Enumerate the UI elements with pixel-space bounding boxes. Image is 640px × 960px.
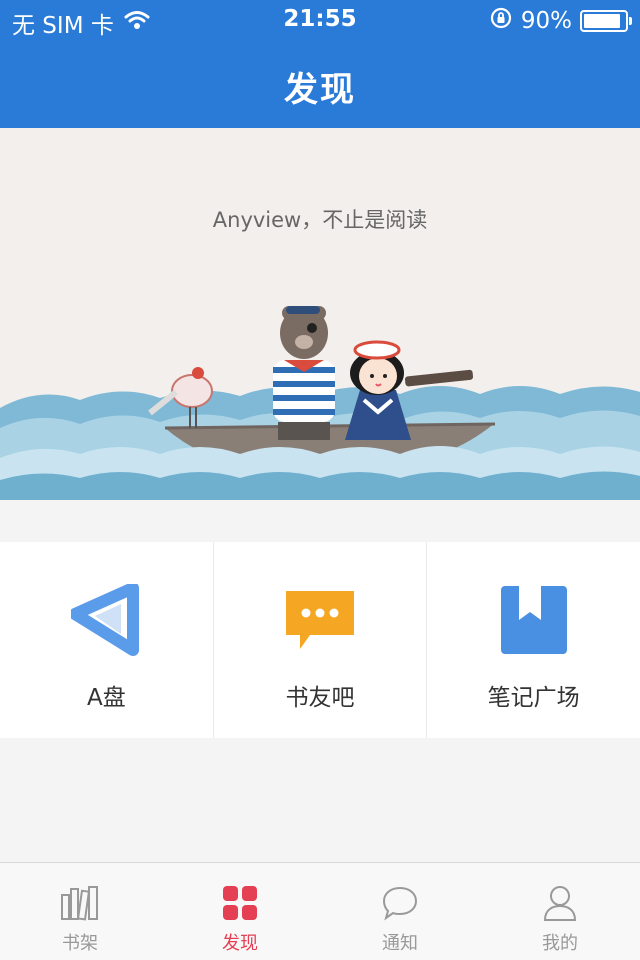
discover-banner[interactable]: Anyview，不止是阅读 (0, 128, 640, 500)
tab-label: 通知 (382, 933, 418, 954)
tab-bookshelf[interactable]: 书架 (0, 863, 160, 960)
feature-label: 书友吧 (285, 685, 355, 711)
feature-book-friends[interactable]: 书友吧 (214, 542, 428, 738)
page-title: 发现 (284, 70, 356, 110)
tab-notifications[interactable]: 通知 (320, 863, 480, 960)
user-icon (540, 883, 580, 923)
feature-notes-square[interactable]: 笔记广场 (427, 542, 640, 738)
feature-grid: A盘 书友吧 笔记广场 (0, 542, 640, 738)
feature-label: 笔记广场 (487, 685, 580, 711)
tab-discover[interactable]: 发现 (160, 863, 320, 960)
bookmark-icon (494, 580, 574, 660)
battery-icon (580, 10, 632, 32)
rotation-lock-icon (489, 6, 513, 36)
tab-label: 发现 (222, 933, 258, 954)
a-disk-icon (66, 580, 146, 660)
grid-icon (220, 883, 260, 923)
top-bar: 无 SIM 卡 21:55 90% 发现 (0, 0, 640, 128)
tab-profile[interactable]: 我的 (480, 863, 640, 960)
bookshelf-icon (60, 883, 100, 923)
status-bar: 无 SIM 卡 21:55 90% (0, 0, 640, 40)
feature-label: A盘 (86, 685, 126, 711)
chat-bubble-icon (280, 580, 360, 660)
battery-percentage: 90% (520, 8, 572, 34)
speech-bubble-icon (380, 883, 420, 923)
bottom-tab-bar: 书架 发现 通知 我的 (0, 862, 640, 960)
tab-label: 书架 (62, 933, 98, 954)
feature-a-disk[interactable]: A盘 (0, 542, 214, 738)
banner-slogan: Anyview，不止是阅读 (212, 208, 428, 232)
banner-illustration (0, 306, 640, 500)
tab-label: 我的 (542, 933, 578, 954)
